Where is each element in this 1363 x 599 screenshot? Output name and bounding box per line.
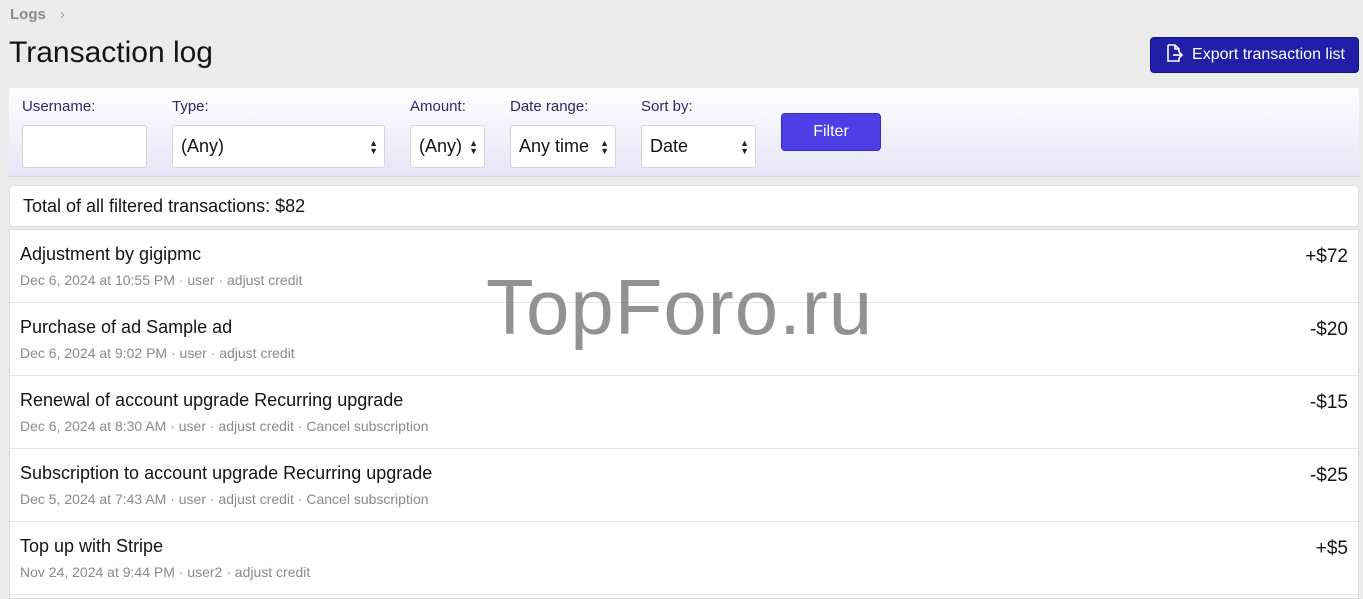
date-range-label: Date range: [510,98,589,115]
date-range-select-value: Any time [519,136,590,156]
amount-select[interactable]: (Any) ▲ ▼ [410,125,485,168]
filter-bar: Username: Type: (Any) ▲ ▼ Amount: (Any) ▲… [9,88,1359,177]
page-title: Transaction log [9,36,213,69]
transaction-description: Adjustment by gigipmc [20,244,202,264]
select-arrows-icon: ▲ ▼ [369,137,378,156]
transaction-amount: -$20 [1309,319,1348,340]
filter-button[interactable]: Filter [781,113,881,151]
transaction-row[interactable]: Subscription to account upgrade Recurrin… [10,449,1358,522]
transaction-row[interactable]: Top up with Stripe Nov 24, 2024 at 9:44 … [10,522,1358,595]
chevron-right-icon: › [59,6,65,23]
username-input[interactable] [22,125,147,168]
type-select[interactable]: (Any) ▲ ▼ [172,125,385,168]
transaction-amount: -$15 [1309,392,1348,413]
transaction-description: Renewal of account upgrade Recurring upg… [20,390,404,410]
transaction-amount: -$25 [1309,465,1348,486]
transaction-row[interactable]: Renewal of account upgrade Recurring upg… [10,376,1358,449]
sort-by-label: Sort by: [641,98,693,115]
watermark: TopForo.ru [486,263,874,351]
select-arrows-icon: ▲ ▼ [600,137,609,156]
transaction-meta: Dec 6, 2024 at 10:55 PM · user · adjust … [20,272,303,288]
transaction-meta: Dec 6, 2024 at 8:30 AM · user · adjust c… [20,418,429,434]
file-export-icon [1164,43,1184,68]
select-arrows-icon: ▲ ▼ [740,137,749,156]
breadcrumb: Logs › [10,6,65,23]
transaction-meta: Dec 5, 2024 at 7:43 AM · user · adjust c… [20,491,429,507]
amount-label: Amount: [410,98,466,115]
export-transaction-list-button[interactable]: Export transaction list [1150,37,1359,73]
filtered-total: Total of all filtered transactions: $82 [9,185,1359,227]
transaction-meta: Dec 6, 2024 at 9:02 PM · user · adjust c… [20,345,295,361]
date-range-select[interactable]: Any time ▲ ▼ [510,125,616,168]
username-label: Username: [22,98,96,115]
select-arrows-icon: ▲ ▼ [469,137,478,156]
type-select-value: (Any) [181,136,225,156]
breadcrumb-logs-link[interactable]: Logs [10,6,46,23]
sort-by-select-value: Date [650,136,689,156]
sort-by-select[interactable]: Date ▲ ▼ [641,125,756,168]
type-label: Type: [172,98,209,115]
transaction-description: Purchase of ad Sample ad [20,317,233,337]
amount-select-value: (Any) [419,136,463,156]
transaction-meta: Nov 24, 2024 at 9:44 PM · user2 · adjust… [20,564,311,580]
transaction-description: Top up with Stripe [20,536,164,556]
transaction-description: Subscription to account upgrade Recurrin… [20,463,433,483]
transaction-amount: +$72 [1305,246,1348,267]
transaction-amount: +$5 [1315,538,1348,559]
export-button-label: Export transaction list [1192,46,1345,63]
